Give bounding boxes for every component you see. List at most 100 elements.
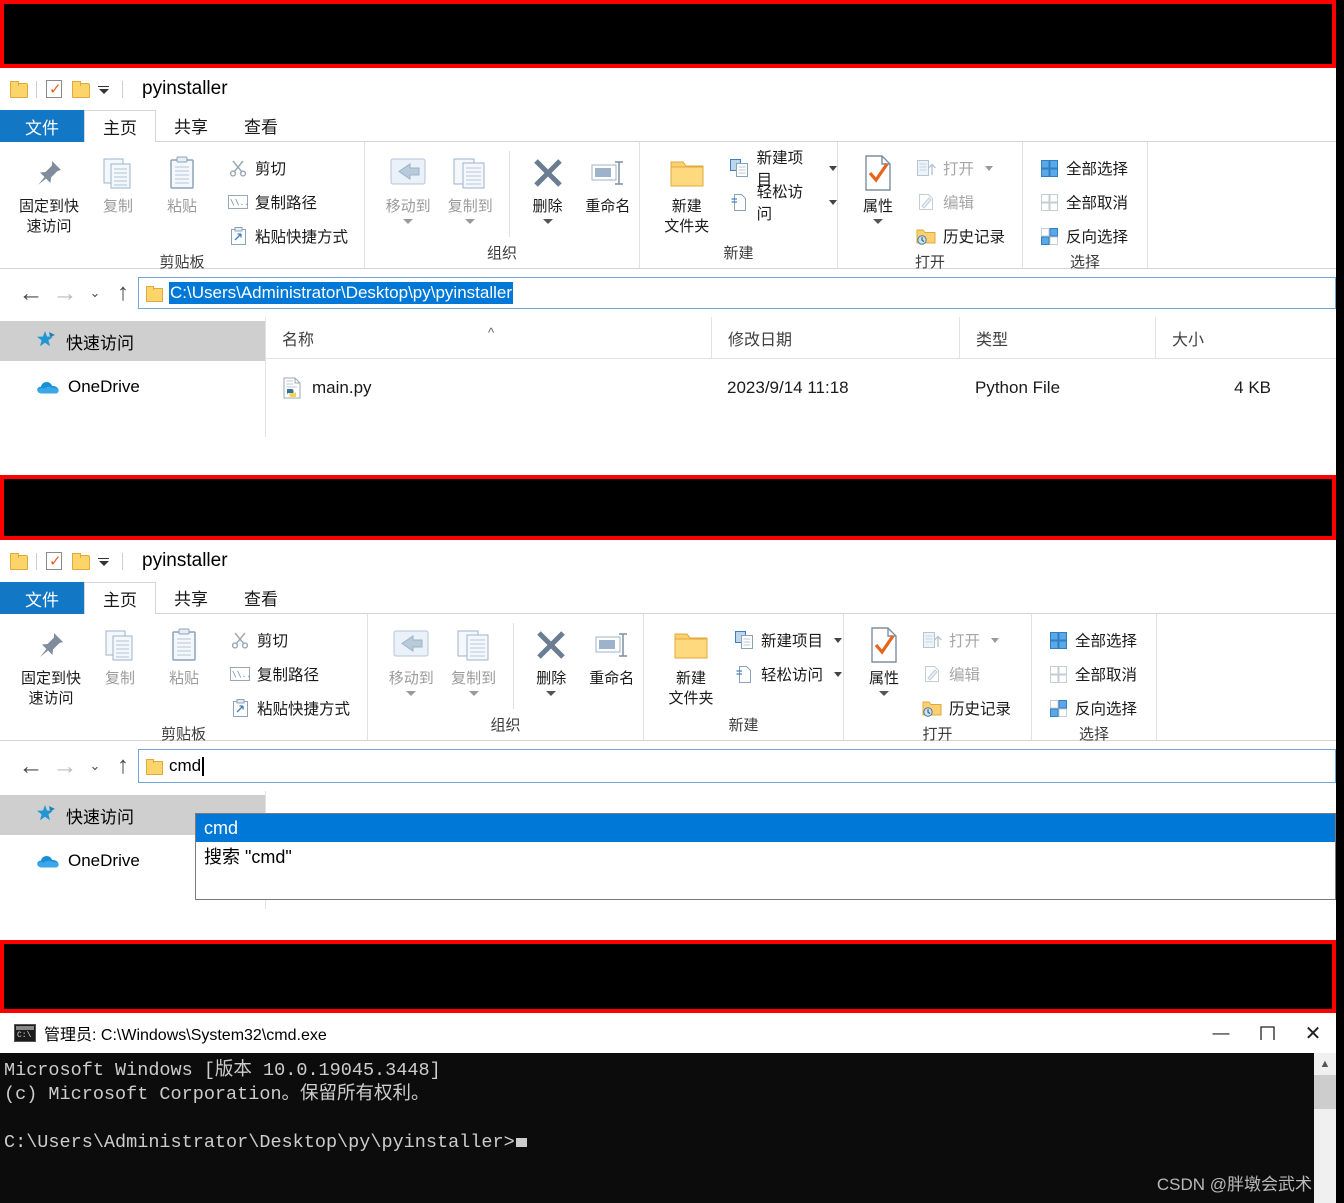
chevron-down-icon[interactable]	[542, 219, 553, 225]
cmd-title-bar[interactable]: C:\ 管理员: C:\Windows\System32\cmd.exe — ✕	[0, 1013, 1336, 1053]
cut-button[interactable]: 剪切	[228, 153, 348, 183]
chevron-down-icon[interactable]	[829, 199, 837, 205]
console-scrollbar[interactable]: ▲	[1314, 1053, 1336, 1203]
new-folder-button[interactable]: 新建 文件夹	[656, 151, 718, 236]
chevron-down-icon[interactable]	[873, 219, 883, 225]
chevron-down-icon[interactable]	[834, 637, 843, 643]
easy-access-button[interactable]: 轻松访问	[734, 659, 843, 689]
tab-file[interactable]: 文件	[0, 582, 84, 614]
table-row[interactable]: main.py 2023/9/14 11:18 Python File 4 KB	[266, 365, 1336, 411]
column-header-name[interactable]: 名称 ^	[266, 317, 711, 358]
maximize-button[interactable]	[1244, 1013, 1290, 1053]
close-button[interactable]: ✕	[1290, 1013, 1336, 1053]
address-bar[interactable]: C:\Users\Administrator\Desktop\py\pyinst…	[138, 277, 1336, 309]
sidebar-item-onedrive[interactable]: OneDrive	[0, 367, 265, 407]
chevron-down-icon[interactable]	[834, 671, 843, 677]
forward-button[interactable]: →	[48, 753, 82, 779]
address-input[interactable]: C:\Users\Administrator\Desktop\py\pyinst…	[169, 282, 514, 304]
select-none-icon	[1039, 192, 1059, 212]
pin-to-quick-access-button[interactable]: 固定到快 速访问	[14, 623, 88, 708]
minimize-button[interactable]: —	[1198, 1013, 1244, 1053]
history-button[interactable]: 历史记录	[922, 693, 1011, 723]
copy-path-button[interactable]: \\... 复制路径	[230, 659, 350, 689]
title-bar: ✓ pyinstaller	[0, 540, 1336, 582]
back-button[interactable]: ←	[14, 280, 48, 306]
rename-button[interactable]: 重命名	[577, 151, 639, 215]
new-item-button[interactable]: 新建项目	[734, 625, 843, 655]
scroll-up-arrow[interactable]: ▲	[1314, 1053, 1336, 1075]
paste-button[interactable]: 粘贴	[152, 623, 216, 687]
move-to-button[interactable]: 移动到	[380, 623, 442, 697]
up-button[interactable]: ↑	[108, 754, 138, 778]
tab-view[interactable]: 查看	[226, 110, 296, 142]
open-button[interactable]: 打开	[916, 153, 1005, 183]
column-header-size[interactable]: 大小	[1155, 317, 1293, 358]
sidebar-item-quick-access[interactable]: 快速访问	[0, 321, 265, 361]
properties-button[interactable]: 属性	[856, 623, 912, 697]
chevron-down-icon[interactable]	[403, 219, 414, 225]
new-small-commands: 新建项目 轻松访问	[734, 623, 843, 689]
pin-to-quick-access-button[interactable]: 固定到快 速访问	[12, 151, 86, 236]
tab-home[interactable]: 主页	[84, 582, 156, 615]
new-folder-quick-icon[interactable]	[72, 81, 90, 98]
new-folder-quick-icon[interactable]	[72, 553, 90, 570]
properties-check-icon[interactable]: ✓	[46, 80, 62, 98]
cmd-console-output[interactable]: Microsoft Windows [版本 10.0.19045.3448] (…	[0, 1053, 1336, 1203]
chevron-down-icon[interactable]	[991, 637, 1000, 643]
paste-button[interactable]: 粘贴	[150, 151, 214, 215]
new-item-button[interactable]: 新建项目	[730, 150, 837, 189]
chevron-down-icon[interactable]	[465, 219, 476, 225]
chevron-down-icon[interactable]	[879, 691, 889, 697]
cut-button[interactable]: 剪切	[230, 625, 350, 655]
properties-check-icon[interactable]: ✓	[46, 552, 62, 570]
chevron-down-icon[interactable]	[985, 165, 994, 171]
invert-selection-button[interactable]: 反向选择	[1048, 693, 1137, 723]
delete-button[interactable]: 删除	[518, 151, 576, 225]
history-button[interactable]: 历史记录	[916, 221, 1005, 251]
customize-dropdown-icon[interactable]	[98, 85, 109, 95]
delete-button[interactable]: 删除	[522, 623, 581, 697]
move-to-button[interactable]: 移动到	[377, 151, 439, 225]
copy-to-button[interactable]: 复制到	[442, 623, 504, 697]
tab-share[interactable]: 共享	[156, 110, 226, 142]
tab-home[interactable]: 主页	[84, 110, 156, 143]
chevron-down-icon[interactable]	[468, 691, 479, 697]
up-button[interactable]: ↑	[108, 281, 138, 305]
open-button[interactable]: 打开	[922, 625, 1011, 655]
copy-to-button[interactable]: 复制到	[439, 151, 501, 225]
select-none-button[interactable]: 全部取消	[1039, 187, 1128, 217]
column-header-type[interactable]: 类型	[959, 317, 1155, 358]
edit-button[interactable]: 编辑	[916, 187, 1005, 217]
select-all-button[interactable]: 全部选择	[1048, 625, 1137, 655]
scrollbar-thumb[interactable]	[1314, 1075, 1336, 1109]
invert-selection-button[interactable]: 反向选择	[1039, 221, 1128, 251]
forward-button[interactable]: →	[48, 280, 82, 306]
tab-view[interactable]: 查看	[226, 582, 296, 614]
paste-shortcut-button[interactable]: 粘贴快捷方式	[230, 693, 350, 723]
tab-share[interactable]: 共享	[156, 582, 226, 614]
chevron-down-icon[interactable]	[406, 691, 417, 697]
column-header-date[interactable]: 修改日期	[711, 317, 959, 358]
copy-button[interactable]: 复制	[86, 151, 150, 215]
chevron-down-icon[interactable]	[829, 165, 837, 171]
select-none-button[interactable]: 全部取消	[1048, 659, 1137, 689]
autocomplete-item-cmd[interactable]: cmd	[196, 814, 1335, 842]
autocomplete-item-search[interactable]: 搜索 "cmd"	[196, 842, 1335, 870]
copy-path-button[interactable]: \\... 复制路径	[228, 187, 348, 217]
paste-shortcut-button[interactable]: 粘贴快捷方式	[228, 221, 348, 251]
chevron-down-icon[interactable]	[546, 691, 557, 697]
new-folder-button[interactable]: 新建 文件夹	[660, 623, 722, 708]
edit-button[interactable]: 编辑	[922, 659, 1011, 689]
tab-file[interactable]: 文件	[0, 110, 84, 142]
address-input[interactable]: cmd	[169, 756, 201, 776]
properties-button[interactable]: 属性	[850, 151, 906, 225]
easy-access-button[interactable]: 轻松访问	[730, 184, 837, 223]
copy-button[interactable]: 复制	[88, 623, 152, 687]
address-bar[interactable]: cmd	[138, 749, 1336, 783]
rename-button[interactable]: 重命名	[581, 623, 643, 687]
recent-locations-button[interactable]: ⌄	[82, 285, 108, 301]
customize-dropdown-icon[interactable]	[98, 557, 109, 567]
recent-locations-button[interactable]: ⌄	[82, 758, 108, 774]
select-all-button[interactable]: 全部选择	[1039, 153, 1128, 183]
back-button[interactable]: ←	[14, 753, 48, 779]
